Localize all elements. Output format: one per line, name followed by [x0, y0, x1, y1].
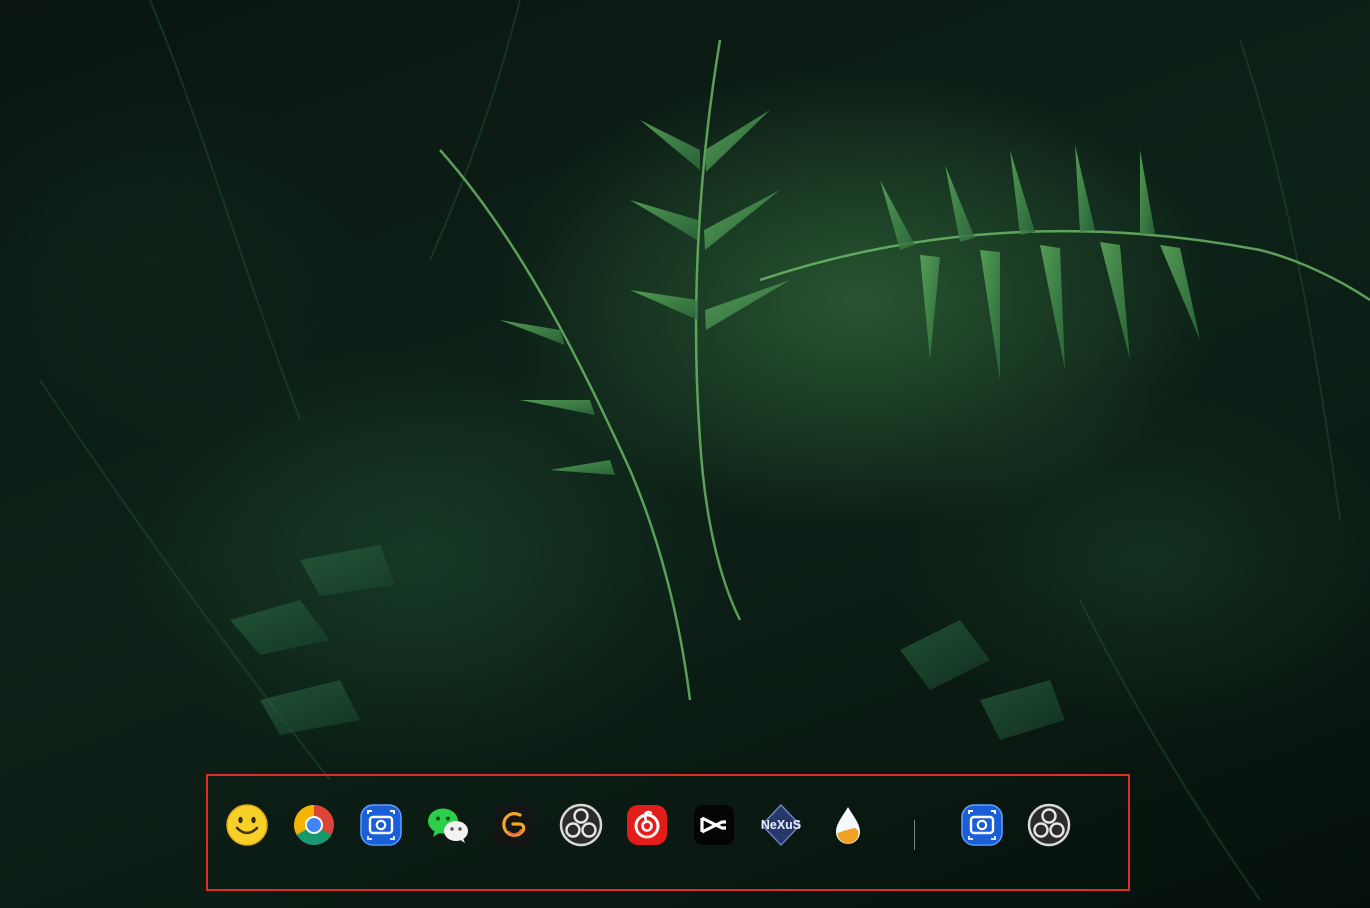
capcut-reflection [691, 828, 737, 848]
smiley-app-icon[interactable] [224, 802, 270, 848]
smiley-reflection [224, 828, 270, 848]
wechat-reflection [425, 828, 471, 848]
swirl-app-icon[interactable] [491, 802, 537, 848]
obs-reflection [558, 828, 604, 848]
screen-capture-icon[interactable] [358, 802, 404, 848]
dock-divider [914, 820, 915, 850]
chrome-icon[interactable] [291, 802, 337, 848]
obs-icon-recent[interactable] [1026, 802, 1072, 848]
netease-reflection [624, 828, 670, 848]
nexus-icon[interactable]: NeXuS [758, 802, 804, 848]
chrome-reflection [291, 828, 337, 848]
desktop: NeXuS [0, 0, 1370, 908]
screen-capture-icon-recent[interactable] [959, 802, 1005, 848]
capcut-icon[interactable] [691, 802, 737, 848]
wechat-icon[interactable] [425, 802, 471, 848]
obs-recent-reflection [1026, 828, 1072, 848]
app-dock: NeXuS [206, 774, 1130, 891]
screen-capture-reflection [358, 828, 404, 848]
screen-capture-recent-reflection [959, 828, 1005, 848]
water-drop-icon[interactable] [825, 802, 871, 848]
swirl-reflection [491, 828, 537, 848]
netease-music-icon[interactable] [624, 802, 670, 848]
fern-wallpaper [39, 0, 1370, 901]
water-drop-reflection [825, 828, 871, 848]
nexus-reflection [758, 828, 804, 848]
obs-icon[interactable] [558, 802, 604, 848]
